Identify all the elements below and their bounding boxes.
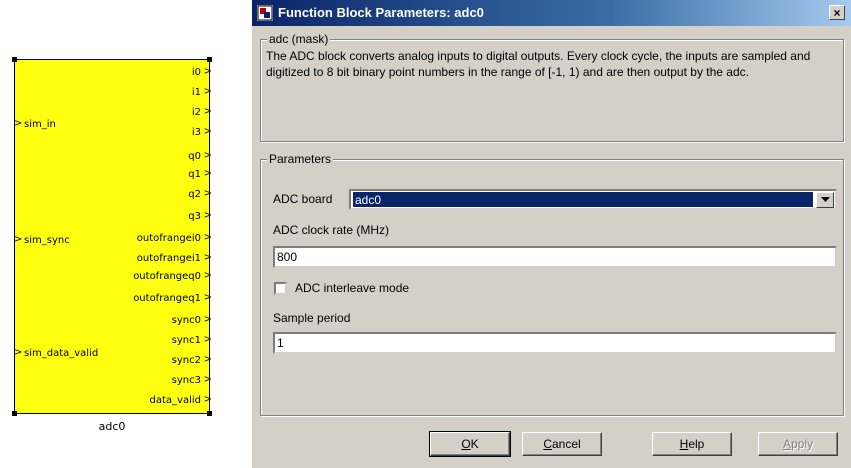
cancel-label: ancel (551, 437, 581, 451)
close-button[interactable]: × (829, 5, 845, 20)
output-port[interactable]: i0 > (192, 66, 212, 79)
help-label: elp (688, 437, 705, 451)
output-arrow-icon: > (203, 126, 212, 137)
output-arrow-icon: > (203, 252, 212, 263)
output-port[interactable]: sync3 > (172, 374, 212, 387)
output-arrow-icon: > (203, 374, 212, 385)
input-port-sim-in[interactable]: > sim_in (14, 118, 56, 131)
clock-rate-label: ADC clock rate (MHz) (273, 223, 390, 237)
dialog-title: Function Block Parameters: adc0 (278, 5, 484, 20)
adc-board-select[interactable]: adc0 (349, 189, 837, 210)
output-port[interactable]: sync1 > (172, 334, 212, 347)
mask-group-title: adc (mask) (267, 32, 331, 46)
clock-rate-input[interactable]: 800 (273, 246, 837, 268)
output-port[interactable]: q3 > (188, 210, 212, 223)
output-arrow-icon: > (203, 314, 212, 325)
output-port[interactable]: sync2 > (172, 354, 212, 367)
cancel-accel: C (543, 437, 552, 451)
output-arrow-icon: > (203, 86, 212, 97)
output-port[interactable]: i3 > (192, 126, 212, 139)
output-arrow-icon: > (203, 232, 212, 243)
interleave-checkbox[interactable] (274, 282, 287, 295)
input-arrow-icon: > (14, 347, 23, 358)
output-port[interactable]: outofrangei0 > (137, 232, 212, 245)
cancel-button[interactable]: Cancel (522, 432, 602, 456)
output-arrow-icon: > (203, 270, 212, 281)
output-port[interactable]: outofrangeq1 > (133, 292, 212, 305)
apply-button[interactable]: Apply (758, 432, 838, 456)
apply-accel: A (782, 437, 791, 451)
sample-period-label: Sample period (273, 311, 351, 325)
adc-block[interactable]: > sim_in > sim_sync > sim_data_valid i0 > i1… (12, 57, 212, 416)
ok-accel: O (461, 437, 471, 451)
block-parameters-dialog: Function Block Parameters: adc0 × adc (m… (251, 0, 851, 468)
output-arrow-icon: > (203, 354, 212, 365)
input-port-sim-data-valid[interactable]: > sim_data_valid (14, 347, 98, 360)
output-port[interactable]: data_valid > (150, 394, 212, 407)
ok-button[interactable]: OK (429, 431, 511, 457)
output-arrow-icon: > (203, 188, 212, 199)
dropdown-arrow-button[interactable] (816, 192, 834, 208)
output-arrow-icon: > (203, 334, 212, 345)
output-arrow-icon: > (203, 168, 212, 179)
output-arrow-icon: > (203, 106, 212, 117)
output-arrow-icon: > (203, 150, 212, 161)
output-port[interactable]: q1 > (188, 168, 212, 181)
output-arrow-icon: > (203, 394, 212, 405)
output-arrow-icon: > (203, 210, 212, 221)
interleave-label: ADC interleave mode (295, 281, 410, 295)
input-arrow-icon: > (14, 118, 23, 129)
resize-handle-tr[interactable] (207, 57, 212, 62)
output-port[interactable]: i2 > (192, 106, 212, 119)
chevron-down-icon (821, 197, 830, 202)
mask-description: The ADC block converts analog inputs to … (266, 49, 811, 79)
apply-label: pply (791, 437, 814, 451)
resize-handle-bl[interactable] (12, 411, 17, 416)
sample-period-input[interactable]: 1 (273, 332, 837, 354)
help-button[interactable]: Help (652, 432, 732, 456)
output-port[interactable]: outofrangeq0 > (133, 270, 212, 283)
output-port[interactable]: sync0 > (172, 314, 212, 327)
block-name[interactable]: adc0 (14, 420, 210, 433)
input-port-sim-sync[interactable]: > sim_sync (14, 234, 70, 247)
output-port[interactable]: outofrangei1 > (137, 252, 212, 265)
adc-board-label: ADC board (273, 192, 333, 206)
title-bar[interactable]: Function Block Parameters: adc0 × (252, 0, 851, 26)
adc-board-value: adc0 (353, 192, 813, 207)
ok-label: K (470, 437, 479, 451)
output-port[interactable]: q2 > (188, 188, 212, 201)
parameters-group-title: Parameters (267, 152, 334, 166)
output-port[interactable]: i1 > (192, 86, 212, 99)
resize-handle-br[interactable] (207, 411, 212, 416)
resize-handle-tl[interactable] (12, 57, 17, 62)
output-arrow-icon: > (203, 66, 212, 77)
output-port[interactable]: q0 > (188, 150, 212, 163)
input-arrow-icon: > (14, 234, 23, 245)
output-arrow-icon: > (203, 292, 212, 303)
simulink-block-icon (257, 5, 273, 21)
